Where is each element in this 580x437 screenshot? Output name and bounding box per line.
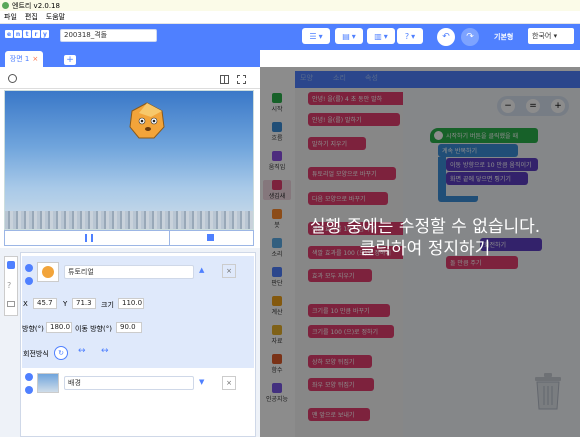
stop-button[interactable] bbox=[207, 234, 214, 241]
save-button[interactable]: ▤ ▾ bbox=[335, 28, 363, 44]
undo-button[interactable]: ↶ bbox=[437, 28, 455, 46]
size-label: 크기 bbox=[101, 301, 114, 309]
overlay-line-1: 실행 중에는 수정할 수 없습니다. bbox=[309, 217, 541, 237]
overlay-line-2: 클릭하여 정지하기 bbox=[359, 239, 491, 259]
pause-button[interactable] bbox=[85, 234, 93, 242]
logo-letter: t bbox=[23, 30, 31, 38]
logo-letter: n bbox=[14, 30, 22, 38]
chevron-down-icon: ▾ bbox=[411, 31, 416, 41]
menu-bar: 파일 편집 도움말 bbox=[0, 11, 580, 24]
language-select[interactable]: 한국어 ▾ bbox=[528, 28, 574, 44]
direction-label: 방향(°) bbox=[22, 325, 44, 333]
close-icon[interactable]: × bbox=[32, 55, 38, 63]
sprite-thumbnail-icon bbox=[42, 266, 54, 278]
tutorial-sprite[interactable] bbox=[127, 101, 167, 141]
move-direction-label: 이동 방향(°) bbox=[75, 325, 112, 333]
delete-object-button[interactable]: × bbox=[222, 264, 236, 278]
object-thumbnail bbox=[37, 262, 59, 282]
y-coordinate-input[interactable]: 71.3 bbox=[72, 298, 96, 309]
print-icon: ▥ bbox=[374, 31, 382, 41]
entry-app-icon bbox=[2, 2, 9, 9]
menu-edit[interactable]: 편집 bbox=[25, 12, 38, 22]
logo-letter: r bbox=[32, 30, 40, 38]
fullscreen-icon[interactable] bbox=[237, 75, 246, 84]
question-icon: ? bbox=[404, 31, 410, 41]
direction-input[interactable]: 180.0 bbox=[46, 322, 72, 333]
grid-icon[interactable] bbox=[220, 75, 229, 84]
logo-letter: e bbox=[5, 30, 13, 38]
rotate-horizontal-icon[interactable]: ↔ bbox=[78, 346, 86, 356]
menu-file[interactable]: 파일 bbox=[4, 12, 17, 22]
print-button[interactable]: ▥ ▾ bbox=[367, 28, 395, 44]
document-icon: ▤ bbox=[342, 31, 350, 41]
new-project-button[interactable]: ☰ ▾ bbox=[302, 28, 330, 44]
scene-tab-label: 장면 1 bbox=[9, 55, 30, 63]
title-bar: 엔트리 v2.0.18 bbox=[0, 0, 580, 11]
x-label: X bbox=[23, 300, 28, 308]
message-icon[interactable] bbox=[7, 301, 15, 307]
object-name-field[interactable]: 배경 bbox=[64, 376, 194, 390]
eye-icon[interactable] bbox=[25, 373, 33, 381]
stage-controls bbox=[4, 230, 254, 246]
undo-icon: ↶ bbox=[442, 32, 450, 42]
speed-icon[interactable] bbox=[8, 74, 17, 83]
add-scene-button[interactable]: + bbox=[64, 55, 76, 65]
chevron-down-icon: ▾ bbox=[318, 31, 323, 41]
project-name-input[interactable]: 200318_격돌 bbox=[60, 29, 157, 42]
help-icon[interactable]: ? bbox=[7, 281, 11, 290]
mode-toggle[interactable]: 기본형 bbox=[494, 32, 513, 42]
help-button[interactable]: ? ▾ bbox=[397, 28, 423, 44]
logo-letter: y bbox=[41, 30, 49, 38]
overlay-message[interactable]: 실행 중에는 수정할 수 없습니다. 클릭하여 정지하기 bbox=[270, 216, 580, 260]
entry-logo[interactable]: e n t r y bbox=[5, 30, 49, 38]
tab-scene-1[interactable]: 장면 1 × bbox=[5, 51, 43, 67]
lock-icon[interactable] bbox=[25, 277, 33, 285]
city-skyline-background bbox=[5, 211, 253, 229]
chevron-down-icon: ▾ bbox=[553, 32, 558, 40]
redo-icon: ↷ bbox=[466, 32, 474, 42]
language-value: 한국어 bbox=[532, 32, 552, 40]
collapse-icon[interactable]: ▲ bbox=[199, 266, 204, 274]
chevron-down-icon: ▾ bbox=[351, 31, 356, 41]
object-side-tabs: ? bbox=[4, 256, 18, 316]
redo-button[interactable]: ↷ bbox=[461, 28, 479, 46]
chevron-down-icon: ▾ bbox=[383, 31, 388, 41]
stage-canvas[interactable] bbox=[4, 90, 254, 230]
expand-icon[interactable]: ▼ bbox=[199, 378, 204, 386]
move-direction-input[interactable]: 90.0 bbox=[116, 322, 142, 333]
eye-icon[interactable] bbox=[25, 264, 33, 272]
y-label: Y bbox=[63, 300, 68, 308]
object-name-field[interactable]: 튜토리얼 bbox=[64, 265, 194, 279]
rotation-label: 회전방식 bbox=[23, 350, 49, 358]
objects-tab-icon[interactable] bbox=[7, 261, 15, 269]
x-coordinate-input[interactable]: 45.7 bbox=[33, 298, 57, 309]
window-title: 엔트리 v2.0.18 bbox=[12, 1, 60, 10]
lock-icon[interactable] bbox=[25, 386, 33, 394]
size-input[interactable]: 110.0 bbox=[118, 298, 144, 309]
background-thumbnail bbox=[37, 373, 59, 393]
layers-icon: ☰ bbox=[309, 31, 317, 41]
delete-object-button[interactable]: × bbox=[222, 376, 236, 390]
rotate-free-icon[interactable]: ↻ bbox=[54, 346, 68, 360]
divider bbox=[169, 231, 170, 245]
menu-help[interactable]: 도움말 bbox=[46, 12, 65, 22]
no-rotate-icon[interactable]: ↔ bbox=[101, 346, 109, 356]
